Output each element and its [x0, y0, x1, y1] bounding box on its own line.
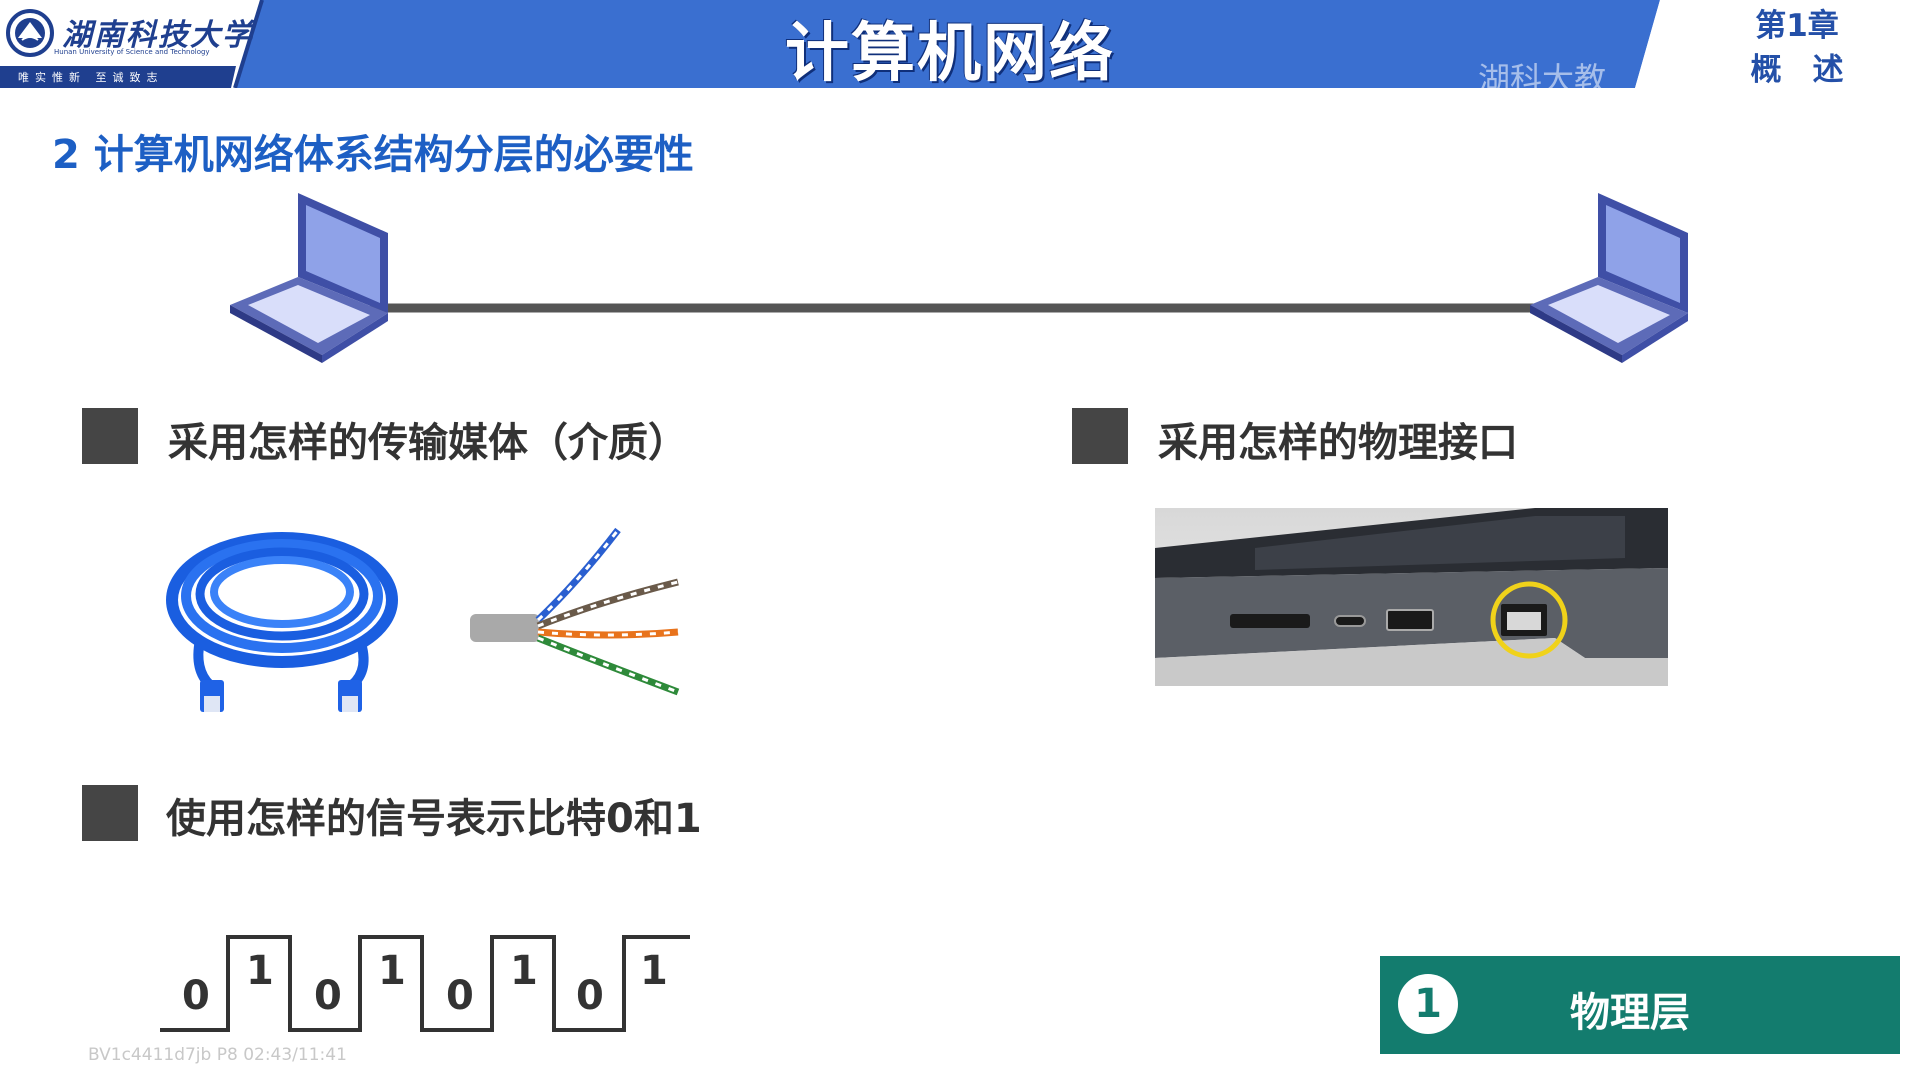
twisted-pair-icon	[470, 527, 680, 696]
ethernet-cable-icon	[166, 532, 398, 712]
network-link-diagram	[230, 193, 1688, 363]
bit-label: 1	[640, 948, 668, 994]
laptop-icon	[1530, 193, 1688, 363]
video-id-watermark: BV1c4411d7jb P8 02:43/11:41	[88, 1045, 347, 1065]
signal-waveform-line	[160, 935, 690, 1032]
bit-label: 1	[378, 948, 406, 994]
bullet-square	[82, 408, 138, 464]
bullet-square	[82, 785, 138, 841]
course-title: 计算机网络	[785, 17, 1115, 91]
rj45-port-icon	[1155, 508, 1668, 686]
university-logo-icon	[6, 9, 54, 57]
university-motto: 唯实惟新 至诚致志	[18, 71, 164, 84]
chapter-indicator: 第1章 概 述	[1742, 4, 1852, 92]
bullet-transmission-media: 采用怎样的传输媒体（介质）	[168, 420, 688, 466]
bit-label: 0	[182, 973, 210, 1019]
bit-label: 0	[576, 973, 604, 1019]
layer-name: 物理层	[1570, 990, 1690, 1036]
bit-signal-waveform	[160, 935, 690, 1032]
section-title: 2 计算机网络体系结构分层的必要性	[52, 132, 694, 178]
bullet-physical-interface: 采用怎样的物理接口	[1158, 420, 1518, 466]
university-english-name: Hunan University of Science and Technolo…	[54, 48, 210, 56]
bit-label: 1	[510, 948, 538, 994]
bit-label: 0	[446, 973, 474, 1019]
chapter-name: 概 述	[1750, 52, 1844, 88]
bit-label: 0	[314, 973, 342, 1019]
layer-number-badge: 1	[1398, 974, 1458, 1034]
laptop-icon	[230, 193, 388, 363]
chapter-label: 第1章	[1755, 8, 1839, 44]
bullet-signal-bits: 使用怎样的信号表示比特0和1	[166, 796, 702, 842]
bit-label: 1	[246, 948, 274, 994]
bullet-square	[1072, 408, 1128, 464]
watermark-text: 湖科大教	[1478, 60, 1607, 98]
